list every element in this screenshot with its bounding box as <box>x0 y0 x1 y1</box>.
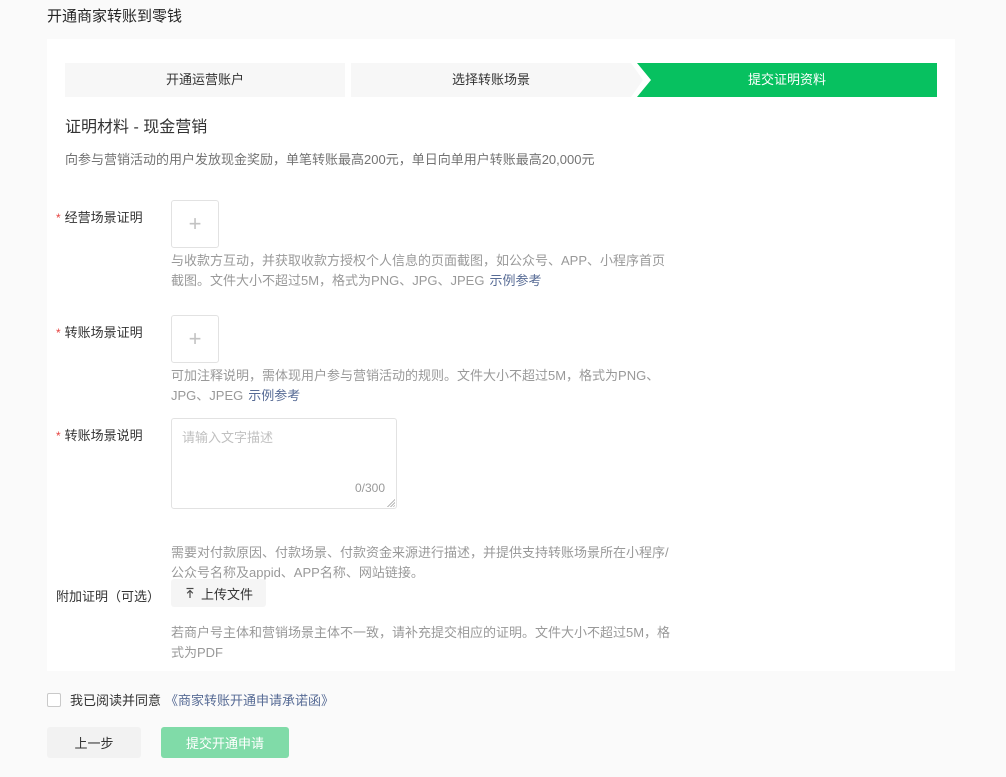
step-select-scene: 选择转账场景 <box>351 63 631 97</box>
submit-application-button[interactable]: 提交开通申请 <box>161 727 289 758</box>
help-line: 若商户号主体和营销场景主体不一致，请补充提交相应的证明。文件大小不超过5M，格 <box>171 623 676 643</box>
char-counter: 0/300 <box>355 481 385 495</box>
form-card: 开通运营账户 选择转账场景 提交证明资料 证明材料 - 现金营销 向参与营销活动… <box>47 39 955 671</box>
required-asterisk: * <box>56 429 61 443</box>
field-label-text: 转账场景证明 <box>65 325 143 340</box>
business-scene-upload-box[interactable]: + <box>171 200 219 248</box>
step-open-account: 开通运营账户 <box>65 63 345 97</box>
step-bar: 开通运营账户 选择转账场景 提交证明资料 <box>65 63 937 97</box>
help-line: 式为PDF <box>171 643 676 663</box>
field-label-text: 转账场景说明 <box>65 428 143 443</box>
step-open-account-label: 开通运营账户 <box>166 72 244 87</box>
transfer-scene-description-help: 需要对付款原因、付款场景、付款资金来源进行描述，并提供支持转账场景所在小程序/ … <box>171 543 676 583</box>
example-reference-link[interactable]: 示例参考 <box>489 273 541 288</box>
help-line: 截图。文件大小不超过5M，格式为PNG、JPG、JPEG 示例参考 <box>171 271 676 291</box>
help-line-text: 截图。文件大小不超过5M，格式为PNG、JPG、JPEG <box>171 273 484 288</box>
agreement-row: 我已阅读并同意 《商家转账开通申请承诺函》 <box>47 690 334 709</box>
upload-file-button-label: 上传文件 <box>201 584 253 603</box>
help-line: 需要对付款原因、付款场景、付款资金来源进行描述，并提供支持转账场景所在小程序/ <box>171 543 676 563</box>
business-scene-help: 与收款方互动，并获取收款方授权个人信息的页面截图，如公众号、APP、小程序首页 … <box>171 251 676 291</box>
agreement-text: 我已阅读并同意 <box>70 690 161 709</box>
upload-file-button[interactable]: 上传文件 <box>171 579 266 607</box>
transfer-scene-help: 可加注释说明，需体现用户参与营销活动的规则。文件大小不超过5M，格式为PNG、 … <box>171 366 676 406</box>
plus-icon: + <box>189 328 202 350</box>
help-line-text: JPG、JPEG <box>171 388 243 403</box>
section-description: 向参与营销活动的用户发放现金奖励，单笔转账最高200元，单日向单用户转账最高20… <box>65 149 594 168</box>
additional-proof-help: 若商户号主体和营销场景主体不一致，请补充提交相应的证明。文件大小不超过5M，格 … <box>171 623 676 663</box>
previous-step-button[interactable]: 上一步 <box>47 727 141 758</box>
help-line: 可加注释说明，需体现用户参与营销活动的规则。文件大小不超过5M，格式为PNG、 <box>171 366 676 386</box>
upload-arrow-icon <box>184 587 196 599</box>
required-asterisk: * <box>56 326 61 340</box>
help-line: JPG、JPEG 示例参考 <box>171 386 676 406</box>
plus-icon: + <box>189 213 202 235</box>
transfer-scene-upload-box[interactable]: + <box>171 315 219 363</box>
step-select-scene-label: 选择转账场景 <box>452 72 530 87</box>
page: 开通商家转账到零钱 开通运营账户 选择转账场景 提交证明资料 证明材料 - 现金… <box>0 0 1006 777</box>
transfer-scene-description-field: 0/300 <box>171 418 397 509</box>
section-heading: 证明材料 - 现金营销 <box>65 113 207 137</box>
agreement-checkbox[interactable] <box>47 693 61 707</box>
help-line: 与收款方互动，并获取收款方授权个人信息的页面截图，如公众号、APP、小程序首页 <box>171 251 676 271</box>
field-label-text: 附加证明（可选） <box>56 589 160 604</box>
transfer-scene-description-input[interactable] <box>171 418 397 509</box>
page-title: 开通商家转账到零钱 <box>47 5 182 26</box>
field-label-text: 经营场景证明 <box>65 210 143 225</box>
step-submit-proof-active: 提交证明资料 <box>637 63 937 97</box>
example-reference-link[interactable]: 示例参考 <box>248 388 300 403</box>
required-asterisk: * <box>56 211 61 225</box>
step-submit-proof-label: 提交证明资料 <box>748 72 826 87</box>
agreement-letter-link[interactable]: 《商家转账开通申请承诺函》 <box>165 690 334 709</box>
